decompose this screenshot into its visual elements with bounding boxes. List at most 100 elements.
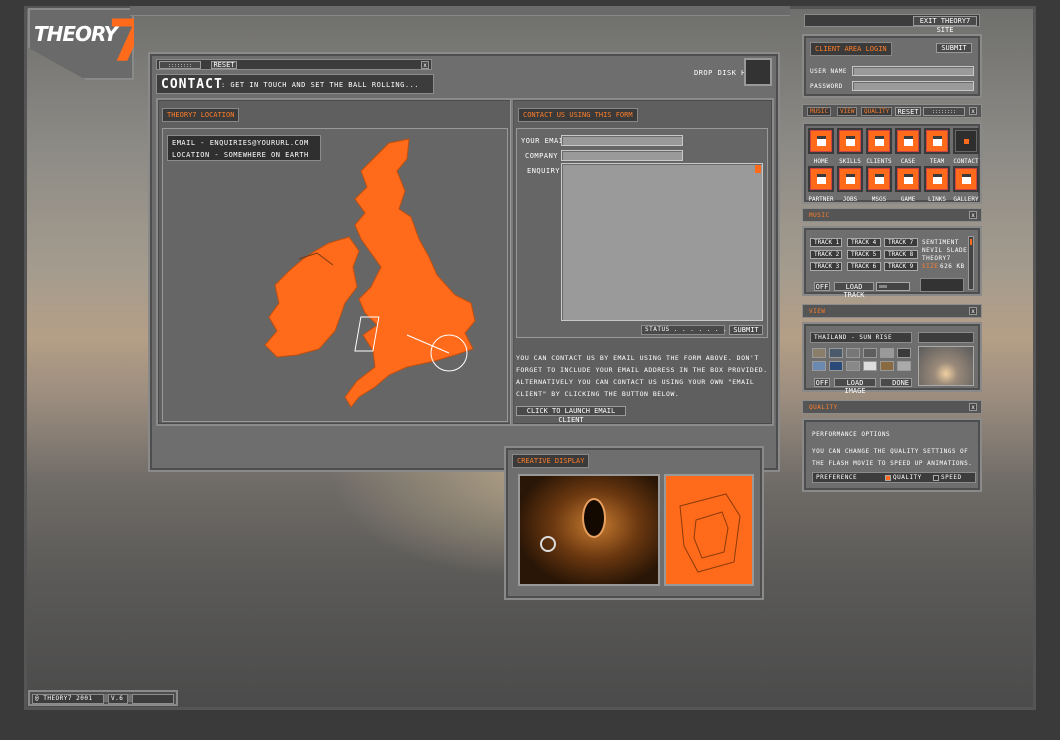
thumb-11[interactable] xyxy=(880,361,894,371)
nav-row-2: PARTNER JOBS MSGS GAME LINKS GALLERY xyxy=(806,168,982,204)
links-icon[interactable] xyxy=(926,168,948,190)
login-panel: CLIENT AREA LOGIN SUBMIT USER NAME PASSW… xyxy=(802,34,982,98)
track-2-button[interactable]: TRACK 2 xyxy=(810,250,842,259)
quality-description: YOU CAN CHANGE THE QUALITY SETTINGS OF T… xyxy=(812,448,973,467)
track-8-button[interactable]: TRACK 8 xyxy=(884,250,918,259)
thumb-3[interactable] xyxy=(846,348,860,358)
msgs-icon[interactable] xyxy=(868,168,890,190)
track-9-button[interactable]: TRACK 9 xyxy=(884,262,918,271)
view-off-button[interactable]: OFF xyxy=(814,378,830,387)
nav-label-home[interactable]: HOME xyxy=(806,158,836,165)
game-icon[interactable] xyxy=(897,168,919,190)
toolbar-close-icon[interactable]: x xyxy=(969,107,977,115)
music-off-button[interactable]: OFF xyxy=(814,282,830,291)
thumb-10[interactable] xyxy=(863,361,877,371)
quality-panel: PERFORMANCE OPTIONS YOU CAN CHANGE THE Q… xyxy=(802,418,982,492)
case-icon[interactable] xyxy=(897,130,919,152)
enquiry-textarea[interactable] xyxy=(561,163,763,321)
contact-title-bar[interactable]: :::::::: RESET x xyxy=(156,59,432,70)
password-field[interactable] xyxy=(852,81,974,91)
track-1-button[interactable]: TRACK 1 xyxy=(810,238,842,247)
launch-email-client-button[interactable]: CLICK TO LAUNCH EMAIL CLIENT xyxy=(516,406,626,424)
skills-icon[interactable] xyxy=(839,130,861,152)
quality-close-icon[interactable]: x xyxy=(969,403,977,411)
toolbar-reset-button[interactable]: RESET xyxy=(895,107,921,116)
enquiry-scroll-icon[interactable] xyxy=(755,165,761,173)
load-image-button[interactable]: LOAD IMAGE xyxy=(834,378,876,395)
quality-option-label[interactable]: QUALITY xyxy=(893,475,922,481)
clients-icon[interactable] xyxy=(868,130,890,152)
track-4-button[interactable]: TRACK 4 xyxy=(847,238,881,247)
speed-radio[interactable] xyxy=(933,475,939,481)
thumb-4[interactable] xyxy=(863,348,877,358)
login-submit-button[interactable]: SUBMIT xyxy=(936,43,972,53)
nav-label-gallery[interactable]: GALLERY xyxy=(951,196,981,203)
thumb-7[interactable] xyxy=(812,361,826,371)
nav-label-skills[interactable]: SKILLS xyxy=(835,158,865,165)
username-field[interactable] xyxy=(852,66,974,76)
track-display xyxy=(920,278,964,292)
nav-label-team[interactable]: TEAM xyxy=(922,158,952,165)
form-submit-button[interactable]: SUBMIT xyxy=(729,325,763,335)
nav-label-case[interactable]: CASE xyxy=(893,158,923,165)
thumb-8[interactable] xyxy=(829,361,843,371)
top-strip xyxy=(130,6,790,16)
contact-icon[interactable] xyxy=(955,130,977,152)
form-tab: CONTACT US USING THIS FORM xyxy=(518,108,638,122)
drop-disk-target[interactable] xyxy=(744,58,772,86)
nav-label-jobs[interactable]: JOBS xyxy=(835,196,865,203)
thumb-9[interactable] xyxy=(846,361,860,371)
thumb-6[interactable] xyxy=(897,348,911,358)
thumb-5[interactable] xyxy=(880,348,894,358)
track-5-button[interactable]: TRACK 5 xyxy=(847,250,881,259)
jobs-icon[interactable] xyxy=(839,168,861,190)
track-3-button[interactable]: TRACK 3 xyxy=(810,262,842,271)
nav-label-msgs[interactable]: MSGS xyxy=(864,196,894,203)
form-info-text: YOU CAN CONTACT US BY EMAIL USING THE FO… xyxy=(516,354,768,398)
nav-panel: HOME SKILLS CLIENTS CASE TEAM CONTACT PA… xyxy=(802,122,982,204)
nav-label-links[interactable]: LINKS xyxy=(922,196,952,203)
toolbar-tab-music[interactable]: MUSIC xyxy=(807,107,832,116)
load-track-button[interactable]: LOAD TRACK xyxy=(834,282,874,299)
username-label: USER NAME xyxy=(810,68,848,75)
nav-row-1: HOME SKILLS CLIENTS CASE TEAM CONTACT xyxy=(806,130,982,166)
version-box: V.6 xyxy=(108,694,128,704)
toolbar-grip[interactable]: :::::::: xyxy=(923,107,965,116)
enquiry-label: ENQUIRY xyxy=(527,167,561,175)
close-icon[interactable]: x xyxy=(421,61,429,69)
view-panel: THAILAND - SUN RISE OFF LOAD IMAGE DONE xyxy=(802,322,982,395)
nav-label-partner[interactable]: PARTNER xyxy=(806,196,836,203)
toolbar-tab-quality[interactable]: QUALITY xyxy=(861,107,893,116)
home-icon[interactable] xyxy=(810,130,832,152)
view-close-icon[interactable]: x xyxy=(969,307,977,315)
preference-label: PREFERENCE xyxy=(816,474,858,481)
contact-reset-button[interactable]: RESET xyxy=(211,61,237,69)
quality-radio[interactable] xyxy=(885,475,891,481)
load-track-progress xyxy=(876,282,910,291)
view-preview-frame xyxy=(918,332,974,343)
nav-label-contact[interactable]: CONTACT xyxy=(951,158,981,165)
gallery-icon[interactable] xyxy=(955,168,977,190)
creative-image-face[interactable] xyxy=(518,474,660,586)
toolbar-tab-view[interactable]: VIEW xyxy=(837,107,858,116)
thumb-1[interactable] xyxy=(812,348,826,358)
track-6-button[interactable]: TRACK 6 xyxy=(847,262,881,271)
partner-icon[interactable] xyxy=(810,168,832,190)
volume-slider[interactable] xyxy=(968,236,974,290)
login-title: CLIENT AREA LOGIN xyxy=(810,42,892,56)
music-close-icon[interactable]: x xyxy=(969,211,977,219)
title-grip[interactable]: :::::::: xyxy=(159,61,201,69)
quality-header-label: QUALITY xyxy=(809,404,838,411)
view-done-button[interactable]: DONE xyxy=(880,378,912,387)
company-field[interactable] xyxy=(561,150,683,161)
email-field[interactable] xyxy=(561,135,683,146)
team-icon[interactable] xyxy=(926,130,948,152)
track-7-button[interactable]: TRACK 7 xyxy=(884,238,918,247)
speed-option-label[interactable]: SPEED xyxy=(941,475,962,481)
exit-site-button[interactable]: EXIT THEORY7 SITE xyxy=(913,16,977,34)
creative-image-box[interactable] xyxy=(664,474,754,586)
thumb-2[interactable] xyxy=(829,348,843,358)
nav-label-clients[interactable]: CLIENTS xyxy=(864,158,894,165)
thumb-12[interactable] xyxy=(897,361,911,371)
nav-label-game[interactable]: GAME xyxy=(893,196,923,203)
